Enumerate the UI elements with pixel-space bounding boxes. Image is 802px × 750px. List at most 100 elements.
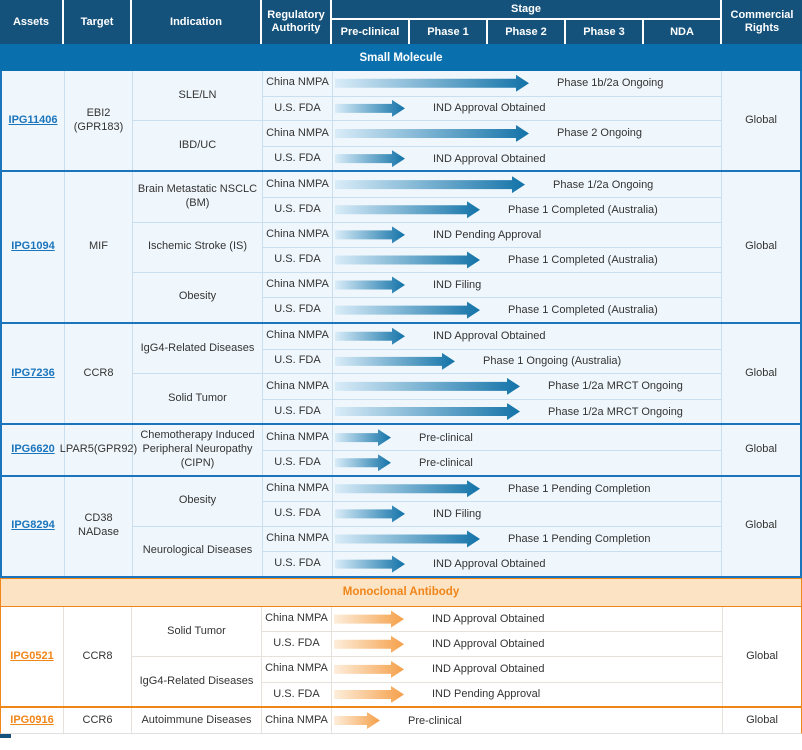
pipeline-row: China NMPAIND Pending Approval (263, 223, 722, 248)
authority-cell: China NMPA (263, 324, 333, 349)
stage-progress-arrow (335, 556, 405, 573)
pipeline-row: China NMPAPre-clinical (262, 708, 723, 733)
stage-cell: IND Approval Obtained (332, 657, 723, 682)
pipeline-row: China NMPAPhase 1b/2a Ongoing (263, 71, 722, 96)
pipeline-row: U.S. FDAIND Approval Obtained (263, 551, 722, 576)
stage-status-label: IND Filing (433, 508, 481, 520)
commercial-rights-cell: Global (723, 708, 801, 733)
stage-cell: Phase 1/2a Ongoing (333, 172, 722, 197)
commercial-rights-cell: Global (722, 477, 800, 576)
phase-header-nda: NDA (644, 20, 720, 44)
pipeline-row: U.S. FDAPhase 1 Completed (Australia) (263, 247, 722, 272)
indication-list: SLE/LNChina NMPAPhase 1b/2a OngoingU.S. … (133, 71, 722, 170)
stage-status-label: Phase 2 Ongoing (557, 127, 642, 139)
section-band-small-molecule: Small Molecule (0, 44, 802, 71)
stage-progress-arrow (334, 636, 404, 653)
asset-cell: IPG0521 (1, 607, 64, 706)
commercial-rights-cell: Global (723, 607, 801, 706)
asset-link[interactable]: IPG0521 (10, 650, 53, 664)
stage-progress-arrow (335, 403, 520, 420)
stage-progress-arrow (335, 150, 405, 167)
asset-cell: IPG11406 (2, 71, 65, 170)
indication-block: Brain Metastatic NSCLC (BM)China NMPAPha… (133, 172, 722, 221)
stage-header: Stage (332, 0, 720, 20)
indication-block: IgG4-Related DiseasesChina NMPAIND Appro… (133, 324, 722, 373)
pipeline-row: U.S. FDA IND Approval Obtained (262, 631, 723, 656)
target-cell: CCR8 (65, 324, 133, 423)
indication-list: Brain Metastatic NSCLC (BM)China NMPAPha… (133, 172, 722, 322)
stage-progress-arrow (335, 530, 480, 547)
col-header-regulatory-authority: Regulatory Authority (262, 0, 332, 44)
stage-status-label: IND Approval Obtained (432, 638, 545, 650)
stage-cell: IND Approval Obtained (333, 324, 722, 349)
stage-progress-arrow (334, 712, 380, 729)
stage-cell: Pre-clinical (333, 451, 722, 475)
commercial-rights-cell: Global (722, 172, 800, 322)
stage-cell: Phase 1 Completed (Australia) (333, 198, 722, 222)
regulatory-rows: China NMPAIND FilingU.S. FDAPhase 1 Comp… (263, 273, 722, 322)
stage-status-label: Phase 1 Pending Completion (508, 533, 650, 545)
pipeline-row: China NMPAIND Approval Obtained (263, 324, 722, 349)
asset-link[interactable]: IPG11406 (9, 114, 58, 128)
commercial-rights-cell: Global (722, 324, 800, 423)
indication-list: IgG4-Related DiseasesChina NMPAIND Appro… (133, 324, 722, 423)
indication-cell: SLE/LN (133, 71, 263, 120)
pipeline-row: China NMPAPhase 1 Pending Completion (263, 477, 722, 502)
section-monoclonal-antibody: IPG0521CCR8Solid TumorChina NMPAIND Appr… (0, 607, 802, 734)
authority-cell: China NMPA (263, 425, 333, 450)
target-cell: LPAR5(GPR92) (65, 425, 133, 474)
stage-cell: Phase 2 Ongoing (333, 121, 722, 146)
stage-cell: IND Approval Obtained (333, 147, 722, 171)
pipeline-row: U.S. FDAPhase 1 Completed (Australia) (263, 297, 722, 322)
indication-block: SLE/LNChina NMPAPhase 1b/2a OngoingU.S. … (133, 71, 722, 120)
asset-link[interactable]: IPG6620 (11, 443, 54, 457)
stage-progress-arrow (335, 176, 525, 193)
stage-header-label: Stage (511, 3, 541, 15)
col-header-target-label: Target (81, 16, 114, 29)
pipeline-row: U.S. FDAIND Approval Obtained (263, 96, 722, 121)
asset-cell: IPG8294 (2, 477, 65, 576)
asset-link[interactable]: IPG1094 (11, 240, 54, 254)
authority-cell: China NMPA (263, 223, 333, 248)
indication-block: IBD/UCChina NMPA Phase 2 Ongoing U.S. FDAI… (133, 120, 722, 170)
authority-cell: China NMPA (263, 172, 333, 197)
authority-cell: U.S. FDA (262, 632, 332, 656)
indication-cell: Brain Metastatic NSCLC (BM) (133, 172, 263, 221)
stage-cell: Phase 1 Completed (Australia) (333, 298, 722, 322)
phase-header-phase-1: Phase 1 (410, 20, 488, 44)
authority-cell: U.S. FDA (263, 147, 333, 171)
asset-link[interactable]: IPG7236 (11, 367, 54, 381)
indication-block: ObesityChina NMPAIND FilingU.S. FDAPhase… (133, 272, 722, 322)
col-header-regulatory-authority-label: Regulatory Authority (264, 9, 328, 34)
pipeline-row: China NMPAIND Approval Obtained (262, 657, 723, 682)
target-cell: EBI2 (GPR183) (65, 71, 133, 170)
commercial-rights-cell: Global (722, 71, 800, 170)
stage-status-label: IND Approval Obtained (432, 663, 545, 675)
stage-progress-arrow (335, 100, 405, 117)
regulatory-rows: China NMPAIND Approval ObtainedU.S. FDAI… (262, 607, 723, 656)
regulatory-rows: China NMPAIND Approval ObtainedU.S. FDAP… (263, 324, 722, 373)
stage-status-label: Phase 1b/2a Ongoing (557, 77, 663, 89)
indication-cell: Obesity (133, 273, 263, 322)
asset-link[interactable]: IPG8294 (11, 519, 54, 533)
commercial-rights-cell: Global (722, 425, 800, 474)
phase-header-phase-3: Phase 3 (566, 20, 644, 44)
stage-progress-arrow (335, 251, 480, 268)
target-cell: CCR6 (64, 708, 132, 733)
authority-cell: China NMPA (263, 121, 333, 146)
stage-cell: IND Approval Obtained (332, 632, 723, 656)
indication-block: Solid TumorChina NMPAPhase 1/2a MRCT Ong… (133, 373, 722, 423)
asset-cell: IPG0916 (1, 708, 64, 733)
pipeline-row: China NMPA Phase 2 Ongoing (263, 121, 722, 146)
stage-cell: Phase 1 Ongoing (Australia) (333, 350, 722, 374)
stage-progress-arrow (335, 480, 480, 497)
stage-cell: IND Filing (333, 273, 722, 298)
indication-cell: Autoimmune Diseases (132, 708, 262, 733)
indication-cell: IBD/UC (133, 121, 263, 170)
indication-block: Solid TumorChina NMPAIND Approval Obtain… (132, 607, 723, 656)
asset-link[interactable]: IPG0916 (10, 714, 53, 728)
authority-cell: China NMPA (263, 374, 333, 399)
stage-progress-arrow (335, 505, 405, 522)
pipeline-row: U.S. FDAIND Filing (263, 501, 722, 526)
regulatory-rows: China NMPAIND Approval ObtainedU.S. FDAI… (262, 657, 723, 706)
